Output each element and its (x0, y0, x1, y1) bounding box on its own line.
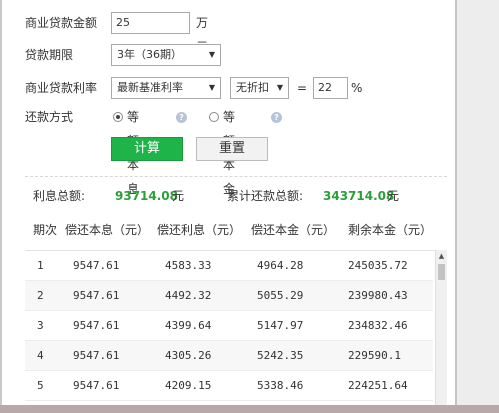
chevron-down-icon: ▼ (208, 50, 215, 59)
interest-total-unit: 元 (172, 189, 185, 203)
cell-period: 4 (37, 349, 44, 362)
cell-payment: 9547.61 (73, 379, 120, 392)
term-select-value: 3年（36期） (117, 48, 182, 61)
schedule-table-body: 1 9547.61 4583.33 4964.28 245035.72 2 95… (25, 250, 447, 406)
radio-equal-principal[interactable] (209, 112, 219, 122)
table-row: 5 9547.61 4209.15 5338.46 224251.64 (25, 371, 433, 401)
table-row: 3 9547.61 4399.64 5147.97 234832.46 (25, 311, 433, 341)
cell-period: 1 (37, 259, 44, 272)
col-header-remaining: 剩余本金（元） (348, 223, 433, 237)
question-icon[interactable]: ? (176, 112, 187, 123)
rate-input[interactable]: 22 (313, 77, 348, 99)
cell-period: 2 (37, 289, 44, 302)
cell-remaining: 245035.72 (348, 259, 408, 272)
col-header-payment: 偿还本息（元） (65, 223, 150, 237)
table-row: 4 9547.61 4305.26 5242.35 229590.1 (25, 341, 433, 371)
rate-unit: % (351, 81, 363, 95)
cell-principal: 4964.28 (257, 259, 304, 272)
equals-sign: = (297, 81, 308, 95)
cell-payment: 9547.61 (73, 349, 120, 362)
cell-interest: 4492.32 (165, 289, 212, 302)
chevron-down-icon: ▼ (208, 83, 215, 92)
term-select[interactable]: 3年（36期） ▼ (111, 44, 221, 66)
cell-interest: 4399.64 (165, 319, 212, 332)
window-bottom-edge (0, 405, 499, 413)
section-divider (25, 176, 447, 177)
rate-type-value: 最新基准利率 (117, 81, 183, 94)
cell-remaining: 224251.64 (348, 379, 408, 392)
term-label: 贷款期限 (25, 48, 74, 62)
interest-total-label: 利息总额: (33, 189, 86, 203)
table-row: 1 9547.61 4583.33 4964.28 245035.72 (25, 251, 433, 281)
interest-total-value: 93714.08 (115, 189, 179, 203)
repayment-total-label: 累计还款总额: (227, 189, 304, 203)
cell-remaining: 229590.1 (348, 349, 401, 362)
scroll-up-arrow-icon[interactable]: ▲ (436, 252, 447, 260)
discount-value: 无折扣 (236, 81, 269, 94)
cell-interest: 4305.26 (165, 349, 212, 362)
table-row: 2 9547.61 4492.32 5055.29 239980.43 (25, 281, 433, 311)
reset-button[interactable]: 重置 (196, 137, 268, 161)
discount-select[interactable]: 无折扣 ▼ (230, 77, 289, 99)
table-scrollbar[interactable]: ▲ (435, 250, 447, 405)
amount-input[interactable]: 25 (111, 12, 190, 34)
chevron-down-icon: ▼ (276, 83, 283, 92)
rate-type-select[interactable]: 最新基准利率 ▼ (111, 77, 221, 99)
calculate-button[interactable]: 计算 (111, 137, 183, 161)
cell-principal: 5055.29 (257, 289, 304, 302)
repayment-total-unit: 元 (387, 189, 400, 203)
window-right-margin (455, 0, 499, 413)
radio-equal-installment[interactable] (113, 112, 123, 122)
cell-interest: 4583.33 (165, 259, 212, 272)
cell-remaining: 234832.46 (348, 319, 408, 332)
cell-principal: 5147.97 (257, 319, 304, 332)
cell-period: 3 (37, 319, 44, 332)
cell-interest: 4209.15 (165, 379, 212, 392)
amount-label: 商业贷款金额 (25, 16, 98, 30)
question-icon[interactable]: ? (271, 112, 282, 123)
repayment-total-value: 343714.08 (323, 189, 395, 203)
cell-principal: 5338.46 (257, 379, 304, 392)
col-header-principal: 偿还本金（元） (251, 223, 336, 237)
col-header-interest: 偿还利息（元） (157, 223, 242, 237)
rate-label: 商业贷款利率 (25, 81, 98, 95)
cell-principal: 5242.35 (257, 349, 304, 362)
method-label: 还款方式 (25, 110, 74, 124)
col-header-period: 期次 (33, 223, 58, 237)
cell-payment: 9547.61 (73, 289, 120, 302)
cell-remaining: 239980.43 (348, 289, 408, 302)
window-left-edge (0, 0, 2, 413)
cell-period: 5 (37, 379, 44, 392)
scrollbar-thumb[interactable] (438, 264, 445, 280)
cell-payment: 9547.61 (73, 259, 120, 272)
schedule-table-header: 期次 偿还本息（元） 偿还利息（元） 偿还本金（元） 剩余本金（元） (25, 218, 447, 242)
cell-payment: 9547.61 (73, 319, 120, 332)
